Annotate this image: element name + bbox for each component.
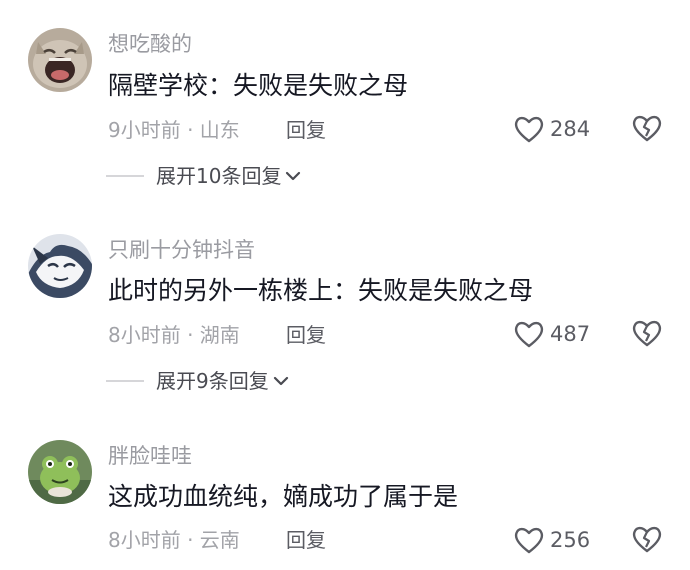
- like-button[interactable]: 256: [514, 525, 590, 555]
- divider-line: [106, 380, 144, 382]
- reply-button[interactable]: 回复: [286, 527, 326, 553]
- username[interactable]: 胖脸哇哇: [108, 443, 192, 469]
- heart-outline-icon: [514, 527, 544, 554]
- divider-line: [106, 175, 144, 177]
- username[interactable]: 只刷十分钟抖音: [108, 237, 255, 263]
- expand-replies-label: 展开9条回复: [156, 369, 269, 393]
- username[interactable]: 想吃酸的: [108, 31, 192, 57]
- like-count: 487: [550, 322, 591, 346]
- user-avatar[interactable]: [28, 440, 92, 504]
- reply-button[interactable]: 回复: [286, 117, 326, 143]
- like-button[interactable]: 487: [514, 319, 590, 349]
- timestamp-location: 8小时前 · 云南: [108, 528, 240, 552]
- comment-text: 这成功血统纯，嫡成功了属于是: [108, 482, 459, 511]
- chevron-down-icon: [273, 376, 288, 386]
- like-count: 256: [550, 528, 591, 552]
- broken-heart-icon: [632, 526, 662, 553]
- broken-heart-icon: [632, 115, 662, 142]
- user-avatar[interactable]: [28, 234, 92, 298]
- timestamp-location: 8小时前 · 湖南: [108, 323, 240, 347]
- heart-outline-icon: [514, 116, 544, 143]
- expand-replies[interactable]: 展开9条回复: [106, 368, 289, 394]
- reply-button[interactable]: 回复: [286, 322, 326, 348]
- expand-replies-label: 展开10条回复: [156, 164, 282, 188]
- broken-heart-icon: [632, 320, 662, 347]
- dislike-button[interactable]: [632, 319, 662, 349]
- timestamp-location: 9小时前 · 山东: [108, 118, 240, 142]
- dislike-button[interactable]: [632, 114, 662, 144]
- expand-replies[interactable]: 展开10条回复: [106, 163, 301, 189]
- user-avatar[interactable]: [28, 28, 92, 92]
- dislike-button[interactable]: [632, 525, 662, 555]
- like-button[interactable]: 284: [514, 114, 590, 144]
- comment-text: 此时的另外一栋楼上：失败是失败之母: [108, 276, 534, 305]
- heart-outline-icon: [514, 321, 544, 348]
- comment-text: 隔壁学校：失败是失败之母: [108, 71, 409, 100]
- like-count: 284: [550, 117, 591, 141]
- chevron-down-icon: [286, 171, 301, 181]
